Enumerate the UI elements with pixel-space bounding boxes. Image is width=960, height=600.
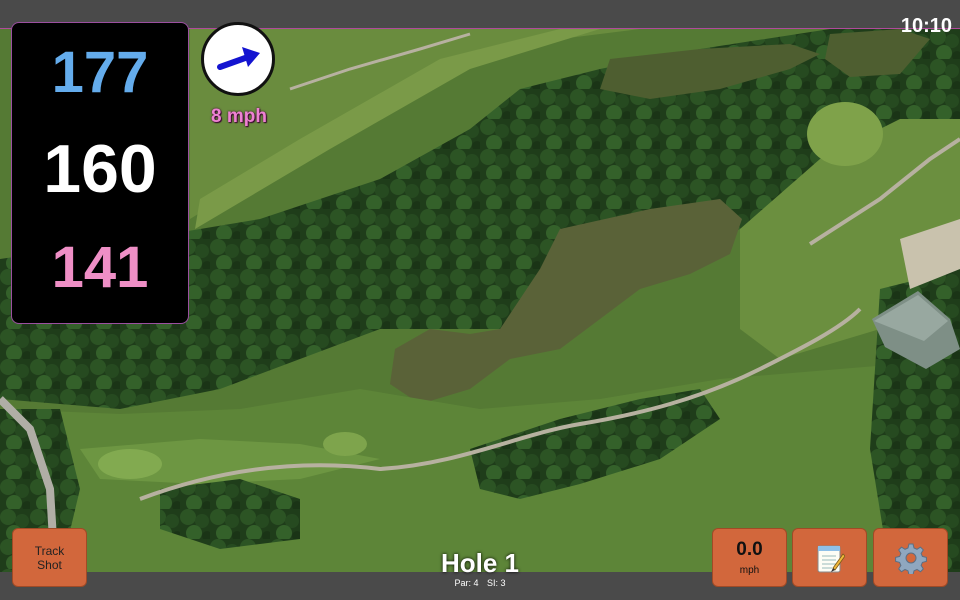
back-yardage: 177 [51,40,149,105]
hole-info: Par: 4 SI: 3 [380,578,580,588]
speed-button[interactable]: 0.0 mph [712,528,787,587]
gear-icon [894,543,927,574]
speed-unit: mph [739,565,760,576]
front-yardage: 141 [51,235,149,300]
wind-speed-label: 8 mph [211,106,267,127]
clock: 10:10 [900,15,952,37]
track-shot-button[interactable]: Track Shot [12,528,87,587]
track-shot-label-line2: Shot [37,557,62,572]
settings-button[interactable] [873,528,948,587]
hole-par: Par: 4 [454,578,479,588]
hole-title: Hole 1 [440,548,520,578]
speed-value: 0.0 [736,539,763,560]
notepad-icon [817,545,845,572]
hole-stroke-index: SI: 3 [487,578,506,588]
golf-gps-screen: 10:10 177 160 141 8 mph Track Shot Hole … [0,0,960,600]
wind-arrow-icon [217,47,260,70]
wind-direction-dial [201,22,275,96]
track-shot-label-line1: Track [34,543,65,558]
yardage-panel: 177 160 141 [11,22,189,324]
middle-yardage: 160 [43,131,157,207]
scorecard-notes-button[interactable] [792,528,867,587]
